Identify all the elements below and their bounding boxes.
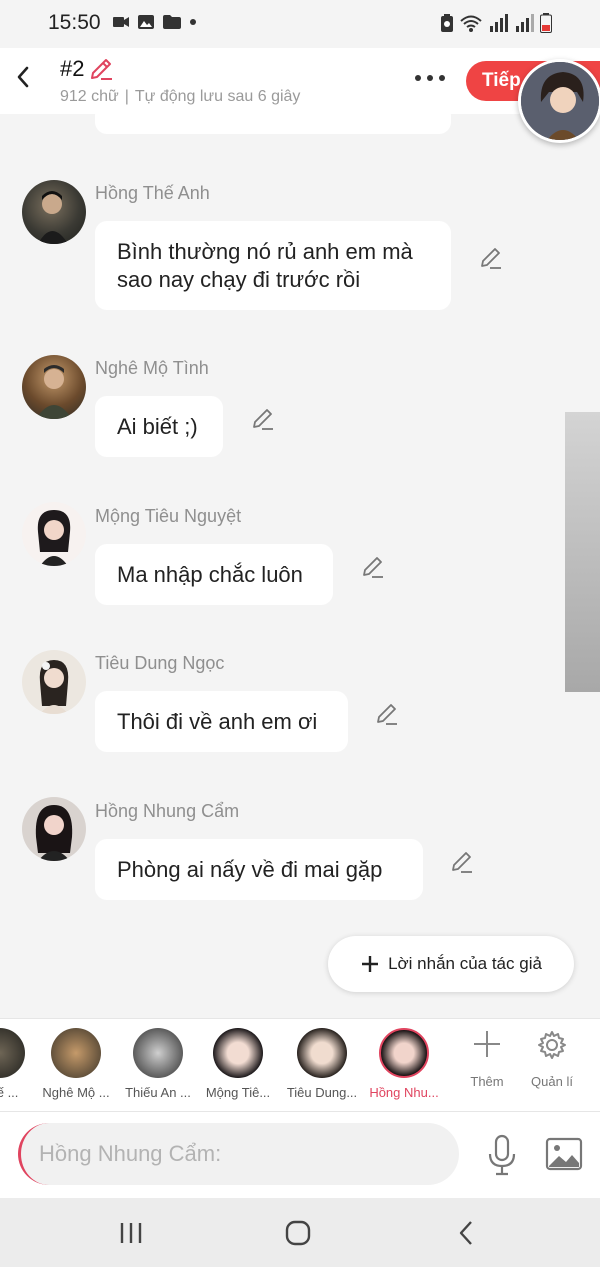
message-bubble[interactable]: Phòng ai nấy về đi mai gặp	[95, 839, 423, 900]
author-note-button[interactable]: Lời nhắn của tác giả	[328, 936, 574, 992]
add-character-label: Thêm	[470, 1074, 504, 1089]
message-bubble[interactable]: Bình thường nó rủ anh em mà sao nay chạy…	[95, 221, 451, 310]
avatar[interactable]	[22, 502, 86, 566]
message-bubble[interactable]: Ma nhập chắc luôn	[95, 544, 333, 605]
folder-icon	[163, 15, 181, 29]
message-line: Phòng ai nấy về đi mai gặp	[117, 857, 383, 882]
more-options-icon[interactable]	[412, 68, 448, 88]
autosave-status: Tự động lưu sau 6 giây	[134, 88, 301, 105]
character-chip-label: Nghê Mộ ...	[42, 1085, 110, 1100]
avatar[interactable]	[22, 650, 86, 714]
avatar[interactable]	[22, 180, 86, 244]
character-name: Nghê Mộ Tình	[95, 358, 209, 378]
image-icon[interactable]	[545, 1136, 583, 1172]
back-nav-icon[interactable]	[452, 1218, 482, 1248]
character-name: Mộng Tiêu Nguyệt	[95, 506, 242, 526]
message-bubble[interactable]: Ai biết ;)	[95, 396, 223, 457]
manage-characters-button[interactable]: Quản lí	[522, 1029, 582, 1089]
plus-icon	[474, 1031, 500, 1057]
author-note-label: Lời nhắn của tác giả	[388, 954, 542, 973]
avatar[interactable]	[22, 355, 86, 419]
character-portrait-icon	[38, 191, 68, 244]
character-portrait-icon	[521, 62, 599, 140]
character-portrait-icon	[39, 660, 69, 714]
character-chip-label: Mộng Tiê...	[205, 1085, 271, 1100]
composer-bar	[0, 1112, 600, 1198]
status-bar: 15:50	[0, 0, 600, 48]
character-name: Tiêu Dung Ngọc	[95, 653, 225, 673]
previous-message-bubble[interactable]	[95, 114, 451, 134]
avatar	[0, 1028, 25, 1078]
story-feed[interactable]: Hồng Thế Anh Bình thường nó rủ anh em mà…	[0, 114, 600, 1018]
document-meta: 912 chữ | Tự động lưu sau 6 giây	[60, 88, 300, 106]
character-name: Hồng Nhung Cẩm	[95, 801, 240, 821]
scrollbar-thumb[interactable]	[565, 412, 600, 692]
character-portrait-icon	[35, 805, 73, 861]
microphone-icon[interactable]	[486, 1134, 518, 1176]
character-chip-label: Hồng Nhu...	[369, 1085, 439, 1100]
avatar	[297, 1028, 347, 1078]
edit-message-icon[interactable]	[374, 701, 400, 727]
gallery-icon	[138, 15, 154, 29]
back-arrow-icon[interactable]	[10, 62, 38, 92]
add-character-button[interactable]: Thêm	[457, 1029, 517, 1089]
manage-characters-label: Quản lí	[531, 1074, 573, 1089]
system-navigation-bar	[0, 1198, 600, 1267]
avatar	[379, 1028, 429, 1078]
character-selector: Thế ... Nghê Mộ ... Thiếu An ... Mộng Ti…	[0, 1018, 600, 1112]
message-line: sao nay chạy đi trước rồi	[117, 267, 361, 292]
character-portrait-icon	[36, 365, 72, 419]
document-title: #2	[60, 56, 114, 82]
character-name: Hồng Thế Anh	[95, 183, 210, 203]
signal-icon	[490, 14, 508, 32]
avatar	[51, 1028, 101, 1078]
avatar	[213, 1028, 263, 1078]
recent-apps-icon[interactable]	[116, 1218, 146, 1248]
avatar	[133, 1028, 183, 1078]
edit-message-icon[interactable]	[360, 554, 386, 580]
message-line: Thôi đi về anh em ơi	[117, 709, 318, 734]
signal-2-icon	[516, 14, 534, 32]
plus-icon	[362, 956, 379, 972]
word-count: 912 chữ	[60, 88, 119, 105]
message-line: Bình thường nó rủ anh em mà	[117, 239, 413, 264]
wifi-icon	[460, 15, 482, 32]
avatar[interactable]	[22, 797, 86, 861]
character-chip[interactable]: Mộng Tiê...	[196, 1028, 280, 1100]
recycle-battery-icon	[441, 14, 453, 32]
edit-title-icon[interactable]	[88, 56, 114, 82]
character-chip-selected[interactable]: Hồng Nhu...	[362, 1028, 446, 1100]
status-time: 15:50	[48, 11, 101, 34]
character-chip-label: Tiêu Dung...	[286, 1085, 358, 1100]
top-app-bar: #2 912 chữ | Tự động lưu sau 6 giây Tiếp	[0, 48, 600, 114]
message-line: Ai biết ;)	[117, 414, 198, 439]
edit-message-icon[interactable]	[250, 406, 276, 432]
character-chip[interactable]: Nghê Mộ ...	[34, 1028, 118, 1100]
gear-icon	[538, 1031, 566, 1059]
message-bubble[interactable]: Thôi đi về anh em ơi	[95, 691, 348, 752]
video-icon	[113, 17, 129, 27]
character-portrait-icon	[37, 510, 71, 566]
document-number: #2	[60, 56, 85, 81]
character-chip-label: Thiếu An ...	[125, 1085, 191, 1100]
current-character-avatar[interactable]	[518, 59, 600, 143]
battery-icon	[540, 13, 552, 33]
edit-message-icon[interactable]	[449, 849, 475, 875]
edit-message-icon[interactable]	[478, 245, 504, 271]
character-chip[interactable]: Thiếu An ...	[116, 1028, 200, 1100]
meta-separator: |	[124, 88, 129, 105]
notification-dot-icon	[190, 19, 196, 25]
message-input[interactable]	[18, 1123, 459, 1185]
message-line: Ma nhập chắc luôn	[117, 562, 303, 587]
home-icon[interactable]	[283, 1218, 313, 1248]
character-chip[interactable]: Tiêu Dung...	[280, 1028, 364, 1100]
